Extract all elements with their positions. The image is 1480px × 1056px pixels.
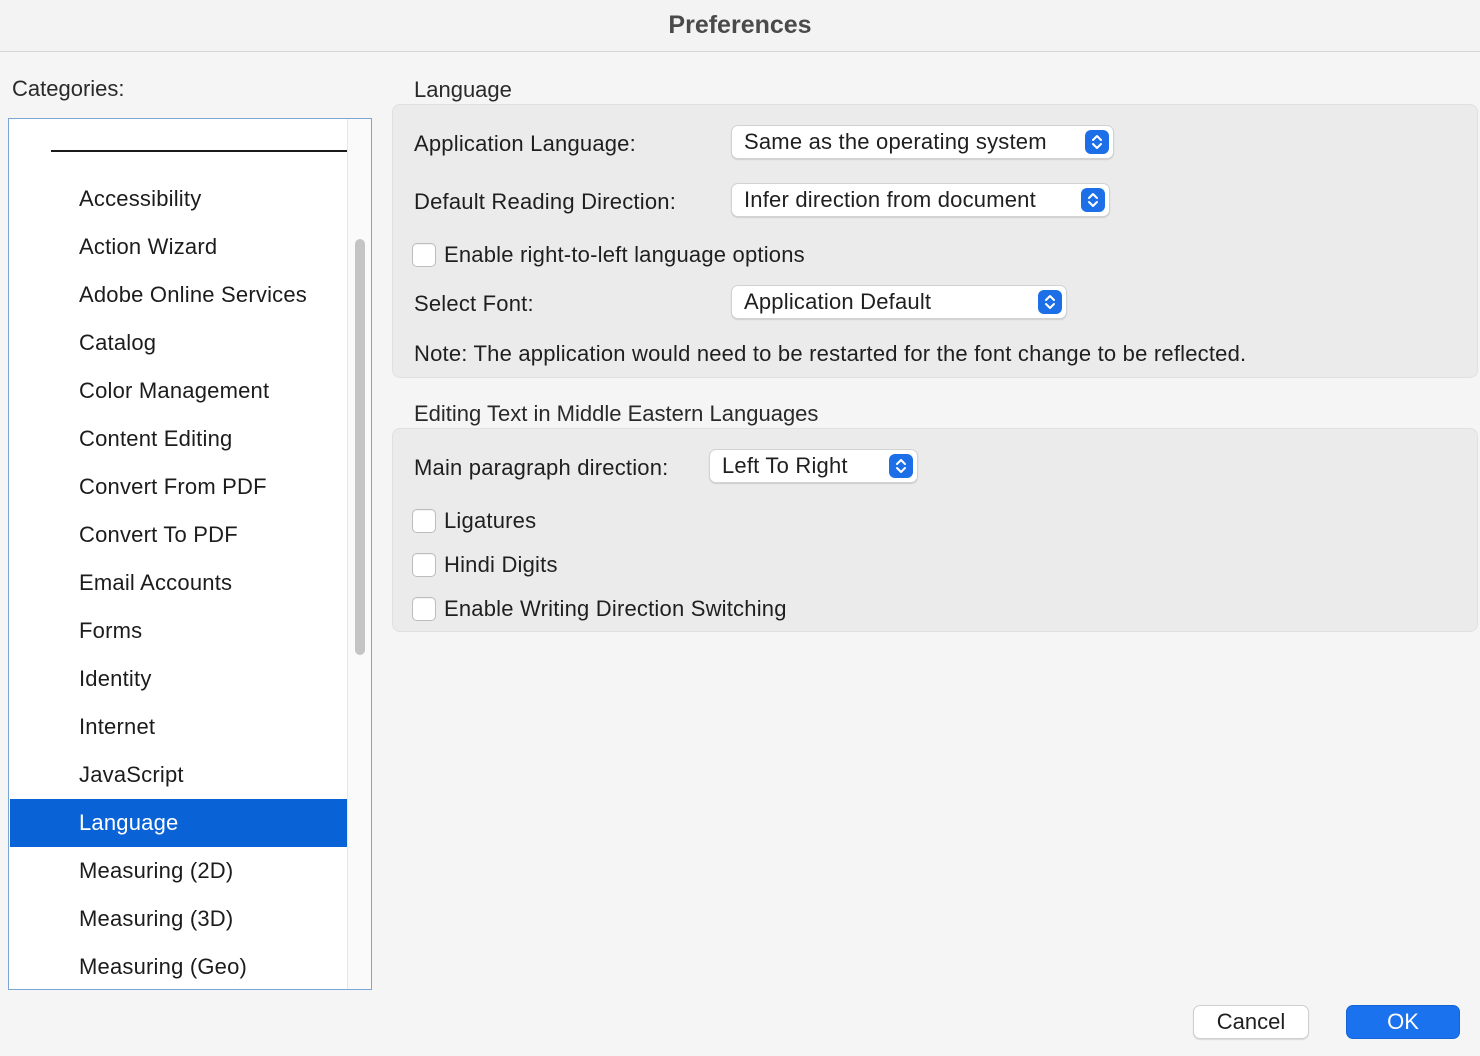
- reading-direction-label: Default Reading Direction:: [414, 189, 677, 214]
- category-item-color-management[interactable]: Color Management: [10, 367, 348, 415]
- writing-direction-label: Enable Writing Direction Switching: [444, 596, 787, 621]
- select-font-popup[interactable]: Application Default: [731, 285, 1067, 319]
- category-item-convert-from-pdf[interactable]: Convert From PDF: [10, 463, 348, 511]
- updown-chevron-icon: [889, 454, 913, 478]
- writing-direction-checkbox-row[interactable]: Enable Writing Direction Switching: [412, 596, 787, 622]
- app-language-value: Same as the operating system: [744, 129, 1047, 154]
- app-language-label: Application Language:: [414, 131, 636, 156]
- category-item-internet[interactable]: Internet: [10, 703, 348, 751]
- reading-direction-popup[interactable]: Infer direction from document: [731, 183, 1110, 217]
- ligatures-label: Ligatures: [444, 508, 537, 533]
- categories-label: Categories:: [12, 76, 125, 101]
- app-language-popup[interactable]: Same as the operating system: [731, 125, 1114, 159]
- category-item-language[interactable]: Language: [10, 799, 348, 847]
- updown-chevron-icon: [1081, 188, 1105, 212]
- category-item-measuring-2d[interactable]: Measuring (2D): [10, 847, 348, 895]
- language-section-title: Language: [414, 77, 512, 102]
- hindi-digits-label: Hindi Digits: [444, 552, 558, 577]
- category-item-measuring-3d[interactable]: Measuring (3D): [10, 895, 348, 943]
- hindi-digits-checkbox-row[interactable]: Hindi Digits: [412, 552, 558, 578]
- category-item-adobe-online-services[interactable]: Adobe Online Services: [10, 271, 348, 319]
- paragraph-direction-value: Left To Right: [722, 453, 848, 478]
- category-item-identity[interactable]: Identity: [10, 655, 348, 703]
- category-separator: [51, 150, 349, 152]
- ligatures-checkbox[interactable]: [412, 509, 436, 533]
- category-item-action-wizard[interactable]: Action Wizard: [10, 223, 348, 271]
- reading-direction-value: Infer direction from document: [744, 187, 1036, 212]
- paragraph-direction-popup[interactable]: Left To Right: [709, 449, 918, 483]
- rtl-options-checkbox[interactable]: [412, 243, 436, 267]
- category-item-catalog[interactable]: Catalog: [10, 319, 348, 367]
- font-restart-note: Note: The application would need to be r…: [414, 341, 1247, 366]
- window-title: Preferences: [668, 11, 812, 39]
- category-item-content-editing[interactable]: Content Editing: [10, 415, 348, 463]
- writing-direction-checkbox[interactable]: [412, 597, 436, 621]
- category-scroll-thumb[interactable]: [355, 239, 365, 655]
- category-list[interactable]: Accessibility Action Wizard Adobe Online…: [8, 118, 372, 990]
- category-item-forms[interactable]: Forms: [10, 607, 348, 655]
- ok-button[interactable]: OK: [1346, 1005, 1460, 1039]
- hindi-digits-checkbox[interactable]: [412, 553, 436, 577]
- title-bar: Preferences: [0, 0, 1480, 52]
- cancel-button[interactable]: Cancel: [1193, 1005, 1309, 1039]
- middle-eastern-section-title: Editing Text in Middle Eastern Languages: [414, 401, 819, 426]
- category-scrollbar[interactable]: [347, 119, 371, 989]
- category-item-measuring-geo[interactable]: Measuring (Geo): [10, 943, 348, 989]
- updown-chevron-icon: [1085, 130, 1109, 154]
- category-item-accessibility[interactable]: Accessibility: [10, 175, 348, 223]
- category-item-email-accounts[interactable]: Email Accounts: [10, 559, 348, 607]
- updown-chevron-icon: [1038, 290, 1062, 314]
- preferences-window: Preferences Categories: Accessibility Ac…: [0, 0, 1480, 1056]
- category-item-javascript[interactable]: JavaScript: [10, 751, 348, 799]
- category-item-convert-to-pdf[interactable]: Convert To PDF: [10, 511, 348, 559]
- rtl-options-checkbox-row[interactable]: Enable right-to-left language options: [412, 242, 805, 268]
- rtl-options-label: Enable right-to-left language options: [444, 242, 805, 267]
- select-font-value: Application Default: [744, 289, 932, 314]
- paragraph-direction-label: Main paragraph direction:: [414, 455, 669, 480]
- ligatures-checkbox-row[interactable]: Ligatures: [412, 508, 536, 534]
- select-font-label: Select Font:: [414, 291, 534, 316]
